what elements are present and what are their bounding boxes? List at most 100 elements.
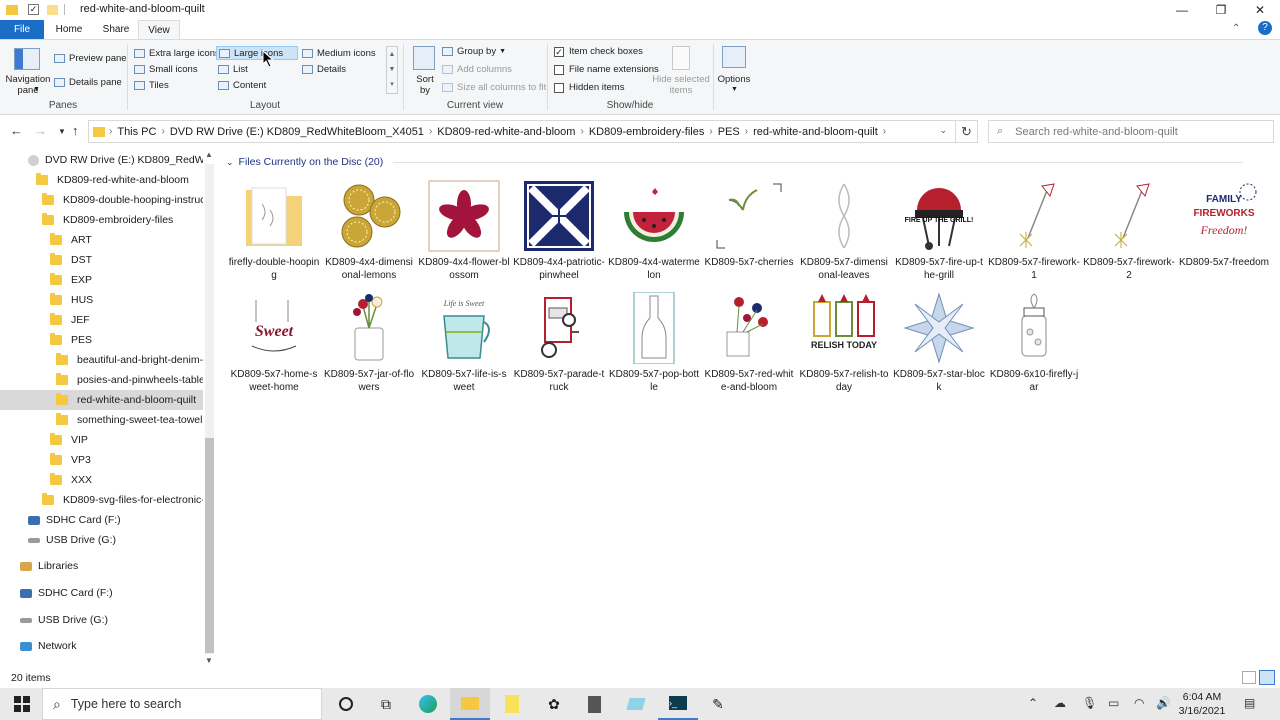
file-item[interactable]: KD809-4x4-patriotic-pinwheel <box>513 180 605 282</box>
tab-home[interactable]: Home <box>50 20 88 39</box>
group-header[interactable]: ⌄ Files Currently on the Disc (20) <box>226 156 1243 168</box>
file-item[interactable]: KD809-5x7-red-white-and-bloom <box>703 292 795 394</box>
nav-item[interactable]: KD809-svg-files-for-electronic-cutters <box>0 490 203 510</box>
embroidery-app-icon[interactable]: ✎ <box>698 688 738 720</box>
medium-icons-button[interactable]: Medium icons <box>302 48 376 59</box>
recent-locations-icon[interactable]: ▼ <box>58 127 66 136</box>
tiles-button[interactable]: Tiles <box>134 80 169 91</box>
list-button[interactable]: List <box>218 64 248 75</box>
tab-file[interactable]: File <box>0 20 44 39</box>
file-item[interactable]: KD809-4x4-flower-blossom <box>418 180 510 282</box>
battery-icon[interactable]: ▭ <box>1108 696 1119 710</box>
scroll-up-icon[interactable]: ▲ <box>205 150 213 159</box>
notifications-icon[interactable]: ▤ <box>1244 696 1255 710</box>
crumb-kd809[interactable]: KD809-red-white-and-bloom <box>437 126 575 138</box>
extra-large-icons-button[interactable]: Extra large icons <box>134 48 220 59</box>
details-pane-button[interactable]: Details pane <box>54 77 122 88</box>
close-button[interactable]: ✕ <box>1240 0 1280 20</box>
nav-item[interactable]: DVD RW Drive (E:) KD809_RedWhiteBloom_X4… <box>0 150 203 170</box>
file-explorer-icon[interactable] <box>450 688 490 720</box>
forward-arrow-icon[interactable]: → <box>34 123 47 138</box>
sticky-notes-icon[interactable] <box>492 688 532 720</box>
file-item[interactable]: KD809-5x7-pop-bottle <box>608 291 700 394</box>
nav-item[interactable]: PES <box>0 330 203 350</box>
taskbar-search-input[interactable]: Type here to search <box>71 697 181 711</box>
tab-share[interactable]: Share <box>96 20 136 39</box>
show-hidden-icons-icon[interactable]: ⌃ <box>1028 696 1038 710</box>
file-item[interactable]: KD809-5x7-dimensional-leaves <box>798 180 890 282</box>
nav-item[interactable]: SDHC Card (F:) <box>0 510 203 530</box>
file-item[interactable]: FIRE UP THE GRILL! KD809-5x7-fire-up-the-… <box>893 180 985 282</box>
content-button[interactable]: Content <box>218 80 266 91</box>
nav-item[interactable]: something-sweet-tea-towel <box>0 410 203 430</box>
large-icons-view-icon[interactable] <box>1259 670 1275 685</box>
details-view-icon[interactable] <box>1242 671 1256 684</box>
file-item[interactable]: KD809-4x4-watermelon <box>608 180 700 282</box>
tab-view[interactable]: View <box>138 20 180 39</box>
size-all-columns-button[interactable]: Size all columns to fit <box>442 82 546 93</box>
large-icons-button[interactable]: Large icons <box>216 46 298 60</box>
crumb-embroidery-files[interactable]: KD809-embroidery-files <box>589 126 705 138</box>
file-item[interactable]: KD809-5x7-firework-2 <box>1083 180 1175 282</box>
breadcrumb[interactable]: › This PC › DVD RW Drive (E:) KD809_RedW… <box>88 120 956 143</box>
back-arrow-icon[interactable]: ← <box>10 123 23 138</box>
nav-item[interactable]: Network <box>0 636 203 656</box>
file-item[interactable]: KD809-5x7-star-block <box>893 292 985 394</box>
nav-item[interactable]: VP3 <box>0 450 203 470</box>
maximize-button[interactable]: ❐ <box>1201 0 1241 20</box>
paint-icon[interactable]: ✿ <box>534 688 574 720</box>
app-icon[interactable] <box>616 688 656 720</box>
hide-selected-items-button[interactable]: Hide selected items <box>652 74 710 96</box>
add-columns-button[interactable]: Add columns <box>442 64 512 75</box>
search-box[interactable]: ⌕ Search red-white-and-bloom-quilt <box>988 120 1274 143</box>
scroll-down-icon[interactable]: ▼ <box>205 656 213 665</box>
nav-item[interactable]: EXP <box>0 270 203 290</box>
file-item[interactable]: KD809-4x4-dimensional-lemons <box>323 180 415 282</box>
nav-scrollbar[interactable]: ▲ ▼ <box>203 150 215 668</box>
nav-item[interactable]: HUS <box>0 290 203 310</box>
nav-item[interactable]: SDHC Card (F:) <box>0 583 203 603</box>
minimize-button[interactable]: — <box>1162 0 1202 20</box>
nav-item[interactable]: USB Drive (G:) <box>0 530 203 550</box>
clock[interactable]: 6:04 AM 3/16/2021 <box>1170 690 1234 718</box>
collapse-ribbon-icon[interactable]: ⌃ <box>1232 23 1240 34</box>
file-item[interactable]: KD809-5x7-cherries <box>703 180 795 269</box>
file-item[interactable]: KD809-5x7-firework-1 <box>988 180 1080 282</box>
up-arrow-icon[interactable]: ↑ <box>72 123 79 138</box>
item-check-boxes-toggle[interactable]: ✓ Item check boxes <box>554 46 643 57</box>
edge-icon[interactable] <box>408 688 448 720</box>
help-icon[interactable]: ? <box>1258 21 1272 35</box>
taskbar-search[interactable]: ⌕ Type here to search <box>42 688 322 720</box>
nav-item[interactable]: beautiful-and-bright-denim-tote <box>0 350 203 370</box>
chevron-down-icon[interactable]: ⌄ <box>226 157 234 168</box>
hidden-items-toggle[interactable]: Hidden items <box>554 82 624 93</box>
cloud-icon[interactable]: ☁ <box>1054 696 1066 710</box>
file-item[interactable]: RELISH TODAY KD809-5x7-relish-today <box>798 292 890 394</box>
layout-scroll[interactable]: ▲ ▼ ▾ <box>386 46 398 94</box>
refresh-icon[interactable]: ↻ <box>956 120 978 143</box>
wifi-icon[interactable]: ◠ <box>1134 696 1144 710</box>
sort-by-button[interactable]: Sort by <box>414 74 436 96</box>
microphone-icon[interactable]: 🎙 <box>1082 696 1097 710</box>
nav-item[interactable]: KD809-double-hooping-instructions <box>0 190 203 210</box>
terminal-icon[interactable]: ›_ <box>658 688 698 720</box>
nav-item[interactable]: JEF <box>0 310 203 330</box>
nav-item[interactable]: red-white-and-bloom-quilt <box>0 390 203 410</box>
nav-item[interactable]: DST <box>0 250 203 270</box>
nav-item[interactable]: posies-and-pinwheels-table-topper <box>0 370 203 390</box>
nav-item[interactable]: KD809-red-white-and-bloom <box>0 170 203 190</box>
options-button[interactable]: Options <box>716 74 752 85</box>
preview-pane-button[interactable]: Preview pane <box>54 53 127 64</box>
new-folder-icon[interactable] <box>47 4 58 15</box>
nav-item[interactable]: Libraries <box>0 556 203 576</box>
file-item[interactable]: firefly-double-hooping <box>228 180 320 282</box>
chevron-down-icon[interactable]: ⌄ <box>939 125 947 136</box>
nav-item[interactable]: KD809-embroidery-files <box>0 210 203 230</box>
start-button[interactable] <box>2 688 42 720</box>
details-button[interactable]: Details <box>302 64 346 75</box>
scroll-thumb[interactable] <box>205 438 214 653</box>
small-icons-button[interactable]: Small icons <box>134 64 198 75</box>
file-item[interactable]: Life is Sweet KD809-5x7-life-is-sweet <box>418 292 510 394</box>
nav-item[interactable]: USB Drive (G:) <box>0 610 203 630</box>
crumb-current[interactable]: red-white-and-bloom-quilt <box>753 126 878 138</box>
